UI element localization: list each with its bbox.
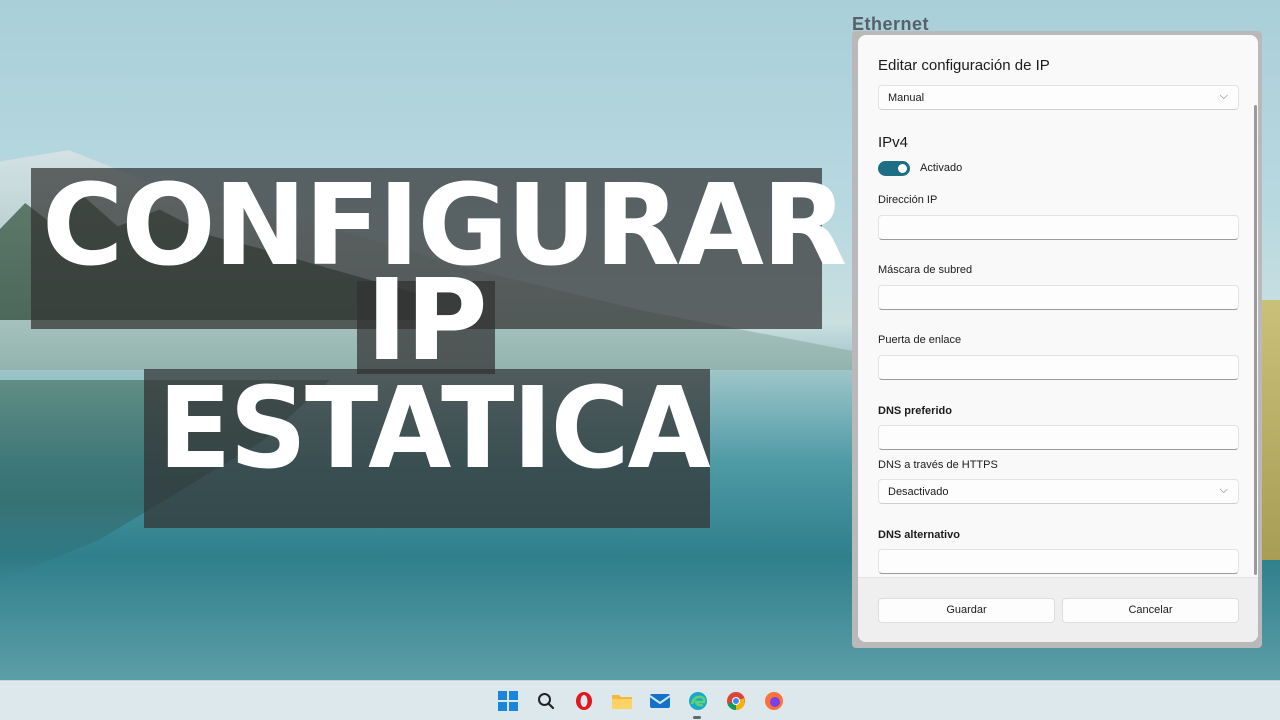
file-explorer-icon[interactable]	[611, 690, 633, 712]
windows-start-icon[interactable]	[497, 690, 519, 712]
firefox-icon[interactable]	[763, 690, 785, 712]
ipv4-toggle-label: Activado	[920, 162, 963, 174]
edit-ip-settings-dialog: Editar configuración de IP Manual ⌵ IPv4…	[858, 35, 1258, 642]
active-app-indicator	[693, 716, 701, 719]
subnet-mask-input[interactable]	[878, 285, 1239, 310]
alternate-dns-label: DNS alternativo	[878, 529, 960, 541]
taskbar	[0, 680, 1280, 720]
toggle-knob	[898, 164, 907, 173]
save-button[interactable]: Guardar	[878, 598, 1055, 623]
opera-icon[interactable]	[573, 690, 595, 712]
cancel-button[interactable]: Cancelar	[1062, 598, 1239, 623]
dialog-scrollbar[interactable]	[1254, 105, 1257, 575]
dialog-title: Editar configuración de IP	[878, 57, 1050, 74]
dns-https-select[interactable]: Desactivado ⌵	[878, 479, 1239, 504]
dns-https-label: DNS a través de HTTPS	[878, 459, 998, 471]
ipv4-toggle[interactable]	[878, 161, 910, 176]
ip-mode-select[interactable]: Manual ⌵	[878, 85, 1239, 110]
ip-address-input[interactable]	[878, 215, 1239, 240]
alternate-dns-input[interactable]	[878, 549, 1239, 574]
wallpaper-reeds	[1262, 300, 1280, 560]
edge-icon[interactable]	[687, 690, 709, 712]
dialog-footer: Guardar Cancelar	[858, 577, 1258, 642]
ip-mode-value: Manual	[888, 92, 925, 104]
title-line-3: ESTATICA	[158, 364, 711, 494]
preferred-dns-label: DNS preferido	[878, 405, 952, 417]
chevron-down-icon: ⌵	[1219, 484, 1228, 496]
ip-address-label: Dirección IP	[878, 194, 938, 206]
chrome-icon[interactable]	[725, 690, 747, 712]
title-line-2: IP	[366, 256, 488, 386]
chevron-down-icon: ⌵	[1219, 90, 1228, 102]
search-icon[interactable]	[535, 690, 557, 712]
subnet-mask-label: Máscara de subred	[878, 264, 973, 276]
ipv4-section-title: IPv4	[878, 134, 909, 151]
mail-icon[interactable]	[649, 690, 671, 712]
gateway-input[interactable]	[878, 355, 1239, 380]
preferred-dns-input[interactable]	[878, 425, 1239, 450]
dns-https-value: Desactivado	[888, 486, 949, 498]
gateway-label: Puerta de enlace	[878, 334, 962, 346]
